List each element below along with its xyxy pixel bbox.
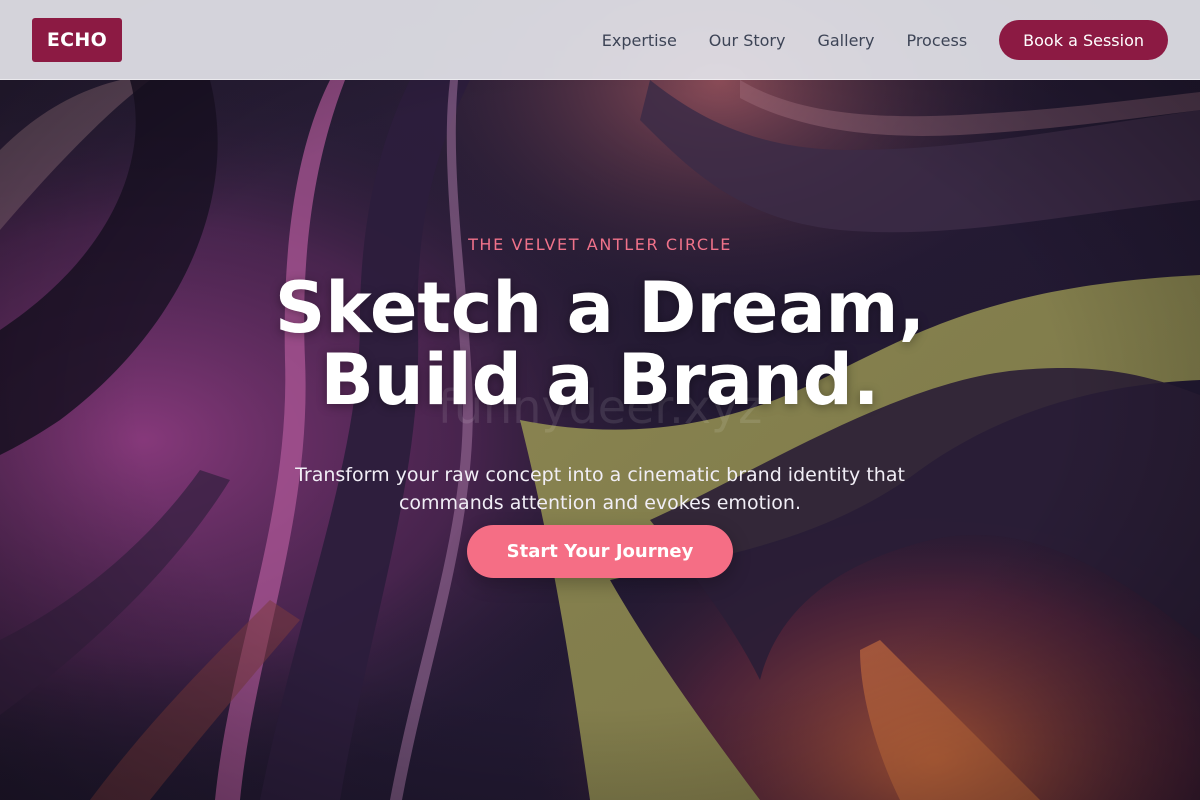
- hero-section: THE VELVET ANTLER CIRCLE funnydeer.xyz S…: [0, 80, 1200, 800]
- logo[interactable]: ECHO: [32, 18, 122, 62]
- hero-subhead: Transform your raw concept into a cinema…: [295, 464, 905, 514]
- start-journey-button[interactable]: Start Your Journey: [467, 525, 733, 578]
- nav-link-gallery[interactable]: Gallery: [817, 31, 874, 50]
- nav-link-process[interactable]: Process: [906, 31, 967, 50]
- hero-headline-line-1: Sketch a Dream,: [274, 267, 926, 349]
- site-header: ECHO Expertise Our Story Gallery Process…: [0, 0, 1200, 80]
- nav-link-our-story[interactable]: Our Story: [709, 31, 786, 50]
- hero-headline: Sketch a Dream, Build a Brand.: [0, 272, 1200, 416]
- main-nav: Expertise Our Story Gallery Process Book…: [602, 20, 1168, 60]
- landing-page: ECHO Expertise Our Story Gallery Process…: [0, 0, 1200, 800]
- hero-headline-line-2: Build a Brand.: [320, 339, 880, 421]
- book-session-button[interactable]: Book a Session: [999, 20, 1168, 60]
- hero-eyebrow: THE VELVET ANTLER CIRCLE: [468, 235, 732, 254]
- nav-link-expertise[interactable]: Expertise: [602, 31, 677, 50]
